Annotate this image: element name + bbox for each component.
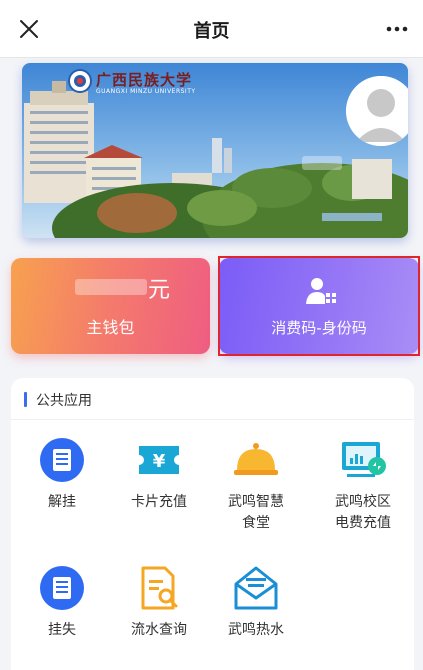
app-label: 武鸣智慧 食堂 [228, 494, 284, 531]
payment-code-card[interactable]: 消费码-身份码 [219, 258, 419, 354]
app-card-recharge[interactable]: ¥ 卡片充值 [117, 436, 201, 536]
public-apps-panel: 公共应用 解挂 ¥ 卡片充值 武鸣智慧 食堂 武鸣校区 电费充值 挂失 流水查询… [11, 378, 414, 670]
campus-banner: 广西民族大学 GUANGXI MINZU UNIVERSITY [22, 63, 408, 238]
app-label: 卡片充值 [131, 494, 187, 510]
app-label: 解挂 [48, 494, 76, 510]
university-logo [68, 69, 92, 93]
canteen-icon [234, 443, 278, 475]
balance-unit: 元 [148, 278, 171, 303]
user-name-masked [302, 156, 342, 170]
svg-text:¥: ¥ [153, 451, 166, 472]
unlock-card-icon [40, 438, 84, 482]
school-name-en: GUANGXI MINZU UNIVERSITY [96, 88, 196, 95]
page-title: 首页 [193, 21, 230, 42]
app-unlock-card[interactable]: 解挂 [20, 436, 104, 536]
section-title: 公共应用 [36, 393, 92, 409]
app-electricity-recharge[interactable]: 武鸣校区 电费充值 [321, 436, 405, 536]
app-label: 武鸣校区 电费充值 [335, 494, 391, 531]
electricity-icon [342, 442, 386, 477]
app-canteen[interactable]: 武鸣智慧 食堂 [214, 436, 298, 536]
app-label: 流水查询 [131, 622, 187, 638]
app-hot-water[interactable]: 武鸣热水 [214, 564, 298, 644]
top-bar: 首页 [0, 0, 423, 58]
school-name: 广西民族大学 [96, 71, 193, 89]
payment-code-label: 消费码-身份码 [271, 319, 367, 337]
hot-water-icon [234, 566, 278, 610]
section-accent-bar [24, 392, 27, 407]
app-label: 武鸣热水 [228, 622, 284, 638]
app-label: 挂失 [48, 622, 76, 638]
card-recharge-icon: ¥ [139, 446, 179, 474]
section-divider [11, 419, 414, 420]
balance-masked [75, 279, 147, 295]
more-icon[interactable] [383, 16, 411, 42]
app-transaction-query[interactable]: 流水查询 [117, 564, 201, 644]
transaction-query-icon [141, 566, 178, 610]
report-loss-icon [40, 566, 84, 610]
wallet-label: 主钱包 [86, 318, 135, 337]
avatar-icon [346, 76, 408, 146]
user-avatar[interactable] [346, 76, 408, 146]
app-report-loss[interactable]: 挂失 [20, 564, 104, 644]
main-wallet-card[interactable]: 元 主钱包 [11, 258, 210, 354]
id-code-icon [306, 278, 336, 304]
